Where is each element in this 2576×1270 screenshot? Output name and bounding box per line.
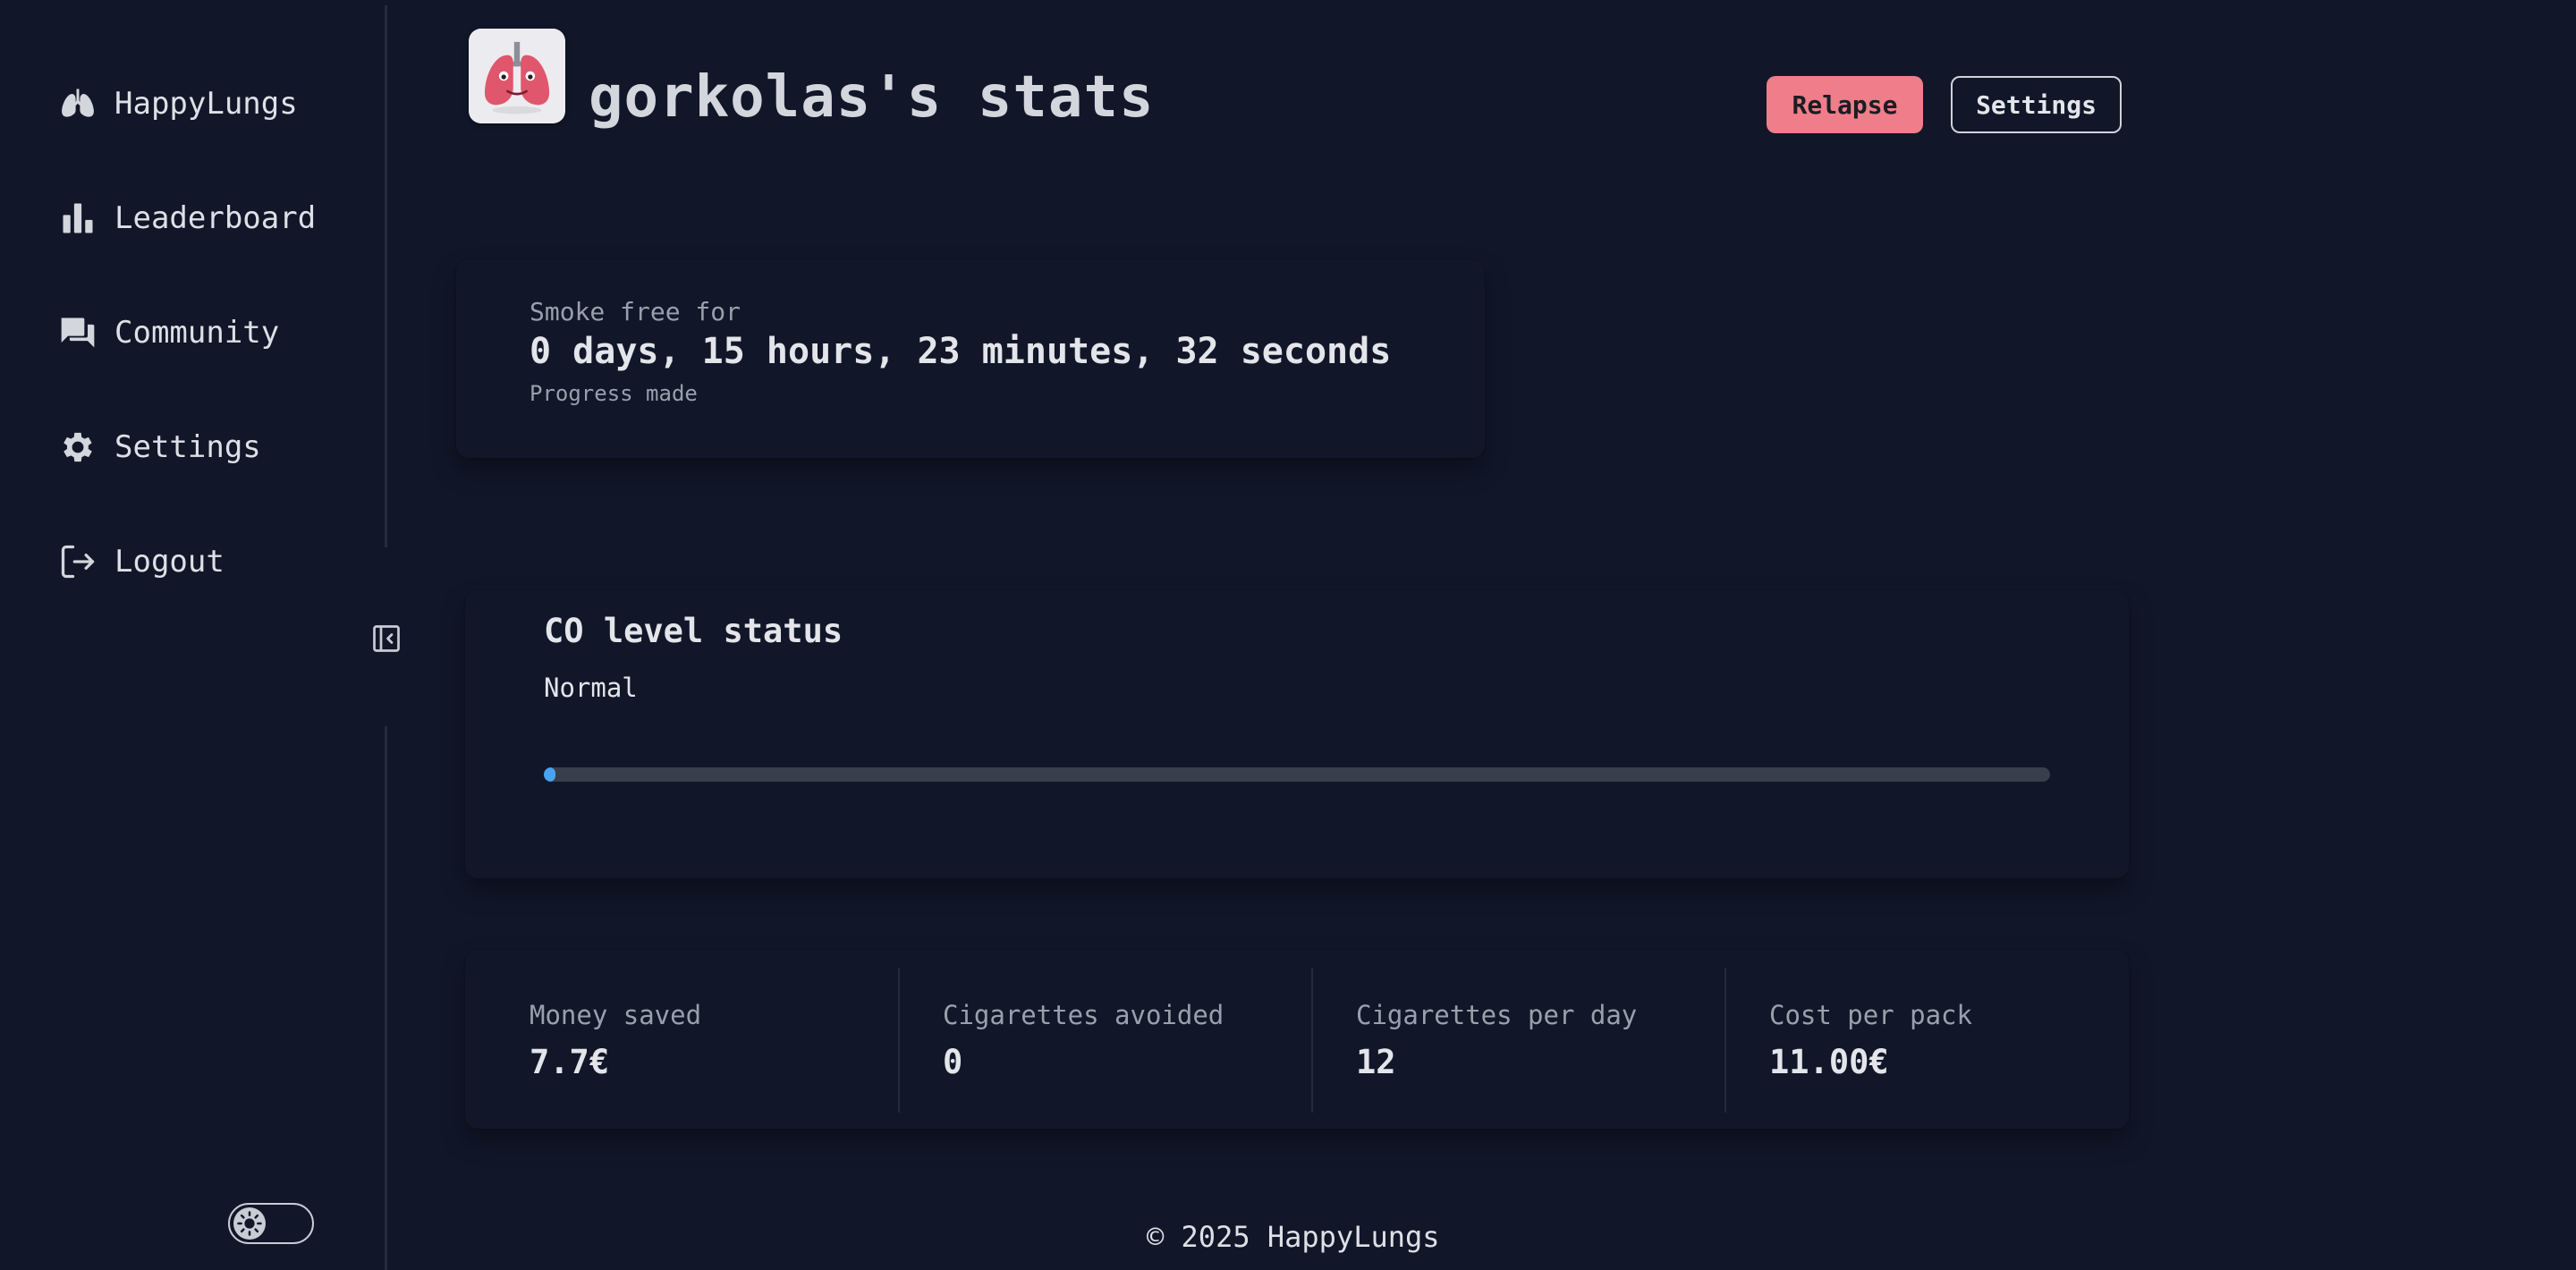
theme-toggle[interactable] xyxy=(228,1203,314,1244)
co-level-card: CO level status Normal xyxy=(465,590,2129,878)
co-level-progress-track xyxy=(544,767,2050,782)
stat-label: Cost per pack xyxy=(1769,1000,1972,1030)
sidebar-divider xyxy=(385,5,387,547)
page-title: gorkolas's stats xyxy=(589,64,1155,131)
sidebar-item-settings[interactable]: Settings xyxy=(57,420,261,474)
co-level-status: Normal xyxy=(544,673,638,703)
smoke-free-card: Smoke free for 0 days, 15 hours, 23 minu… xyxy=(456,259,1485,458)
footer-copyright: © 2025 HappyLungs xyxy=(1147,1220,1440,1254)
sidebar-item-logout[interactable]: Logout xyxy=(57,535,225,588)
relapse-button[interactable]: Relapse xyxy=(1767,76,1923,133)
stat-label: Cigarettes avoided xyxy=(943,1000,1224,1030)
stat-cigarettes-per-day: Cigarettes per day 12 xyxy=(1356,1000,1714,1081)
progress-made-label: Progress made xyxy=(530,381,698,406)
settings-button[interactable]: Settings xyxy=(1951,76,2122,133)
logout-icon xyxy=(57,541,98,582)
collapse-sidebar-button[interactable] xyxy=(369,621,404,656)
stat-value: 12 xyxy=(1356,1043,1396,1081)
bar-chart-icon xyxy=(57,198,98,239)
stats-card: Money saved 7.7€ Cigarettes avoided 0 Ci… xyxy=(465,950,2129,1129)
sidebar-item-label: Community xyxy=(114,315,280,351)
stat-value: 0 xyxy=(943,1043,963,1081)
sun-icon xyxy=(233,1207,266,1240)
sidebar-item-community[interactable]: Community xyxy=(57,306,279,360)
stat-cigarettes-avoided: Cigarettes avoided 0 xyxy=(943,1000,1301,1081)
stat-divider xyxy=(1724,968,1726,1113)
smoke-free-duration: 0 days, 15 hours, 23 minutes, 32 seconds xyxy=(530,331,1392,372)
stat-divider xyxy=(1311,968,1313,1113)
chat-bubbles-icon xyxy=(57,312,98,353)
stat-cost-per-pack: Cost per pack 11.00€ xyxy=(1769,1000,2127,1081)
smoke-free-label: Smoke free for xyxy=(530,297,741,326)
sidebar-item-label: HappyLungs xyxy=(114,86,298,122)
lungs-avatar xyxy=(469,29,565,123)
sidebar-divider xyxy=(385,726,387,1270)
stat-money-saved: Money saved 7.7€ xyxy=(530,1000,887,1081)
lungs-icon xyxy=(57,83,98,124)
sidebar: HappyLungs Leaderboard Community Setting… xyxy=(0,0,400,1270)
co-level-title: CO level status xyxy=(544,612,843,650)
stat-divider xyxy=(898,968,900,1113)
sidebar-item-label: Leaderboard xyxy=(114,200,317,236)
stat-value: 11.00€ xyxy=(1769,1043,1889,1081)
stat-label: Money saved xyxy=(530,1000,702,1030)
sidebar-item-happylungs[interactable]: HappyLungs xyxy=(57,77,298,131)
collapse-sidebar-icon xyxy=(370,622,402,655)
sidebar-item-label: Settings xyxy=(114,429,261,465)
co-level-progress-fill xyxy=(544,767,556,782)
sidebar-item-leaderboard[interactable]: Leaderboard xyxy=(57,191,316,245)
stat-label: Cigarettes per day xyxy=(1356,1000,1638,1030)
gear-icon xyxy=(57,427,98,468)
sidebar-item-label: Logout xyxy=(114,544,225,580)
stat-value: 7.7€ xyxy=(530,1043,610,1081)
